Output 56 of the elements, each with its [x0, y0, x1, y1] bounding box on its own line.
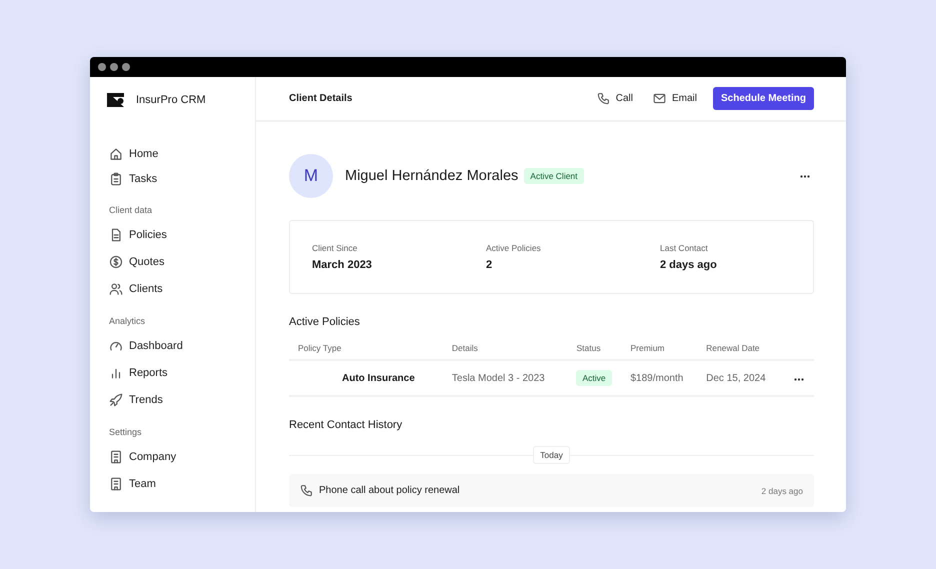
status-badge: Active Client	[524, 168, 584, 184]
rocket-icon	[109, 392, 123, 406]
dollar-icon	[109, 254, 123, 268]
nav-item[interactable]: Reports	[107, 359, 171, 386]
section-title: Active Policies	[289, 316, 361, 328]
nav-item[interactable]: Team	[107, 470, 159, 497]
column-header: Status	[567, 343, 622, 360]
phone-icon	[596, 92, 610, 105]
document-icon	[109, 228, 123, 242]
nav-item[interactable]: Tasks	[107, 166, 160, 191]
stat-value: March 2023	[312, 259, 373, 271]
column-header: Renewal Date	[697, 343, 781, 360]
section-title: Recent Contact History	[289, 419, 404, 431]
window-dot[interactable]	[110, 63, 118, 71]
table-cell: Auto Insurance	[289, 360, 443, 396]
phone-icon	[300, 484, 313, 497]
app-name: InsurPro CRM	[136, 94, 206, 106]
schedule-button[interactable]: Schedule Meeting	[712, 87, 814, 110]
people-icon	[109, 282, 123, 296]
window-dot[interactable]	[122, 63, 130, 71]
stat-label: Client Since	[312, 243, 358, 253]
column-header: Details	[442, 343, 568, 360]
stat-value: 2 days ago	[660, 259, 718, 271]
stat-label: Last Contact	[660, 243, 709, 253]
status-badge: Active	[576, 370, 612, 386]
page-title: Client Details	[289, 93, 354, 104]
nav-item[interactable]: Company	[107, 443, 180, 470]
mail-button[interactable]: Email	[650, 88, 699, 109]
building-icon	[109, 450, 123, 464]
window-dot[interactable]	[98, 63, 106, 71]
section-heading: Client data	[109, 205, 154, 215]
stat-label: Active Policies	[486, 243, 542, 253]
column-header: Policy Type	[289, 343, 443, 360]
nav-item[interactable]: Home	[107, 141, 162, 166]
nav-item[interactable]: Policies	[107, 221, 170, 248]
column-header: Premium	[622, 343, 698, 360]
table-cell: Tesla Model 3 - 2023	[442, 360, 568, 396]
logo-icon	[107, 93, 124, 107]
building-icon	[109, 476, 123, 490]
stat-value: 2	[486, 259, 494, 271]
nav-item[interactable]: Dashboard	[107, 332, 186, 359]
section-heading: Settings	[109, 427, 143, 437]
history-text: Phone call about policy renewal	[319, 485, 461, 496]
nav-item[interactable]: Clients	[107, 275, 166, 302]
avatar: M	[289, 154, 333, 198]
mail-icon	[652, 92, 666, 105]
nav-item[interactable]: Quotes	[107, 248, 168, 275]
clipboard-icon	[109, 172, 123, 186]
history-time: 2 days ago	[761, 486, 803, 496]
table-cell: Dec 15, 2024	[697, 360, 781, 396]
section-heading: Analytics	[109, 316, 146, 326]
phone-button[interactable]: Call	[594, 88, 635, 109]
nav-item[interactable]: Trends	[107, 386, 166, 413]
table-cell: $189/month	[622, 360, 698, 396]
home-icon	[109, 146, 123, 160]
client-name: Miguel Hernández Morales	[345, 168, 518, 184]
